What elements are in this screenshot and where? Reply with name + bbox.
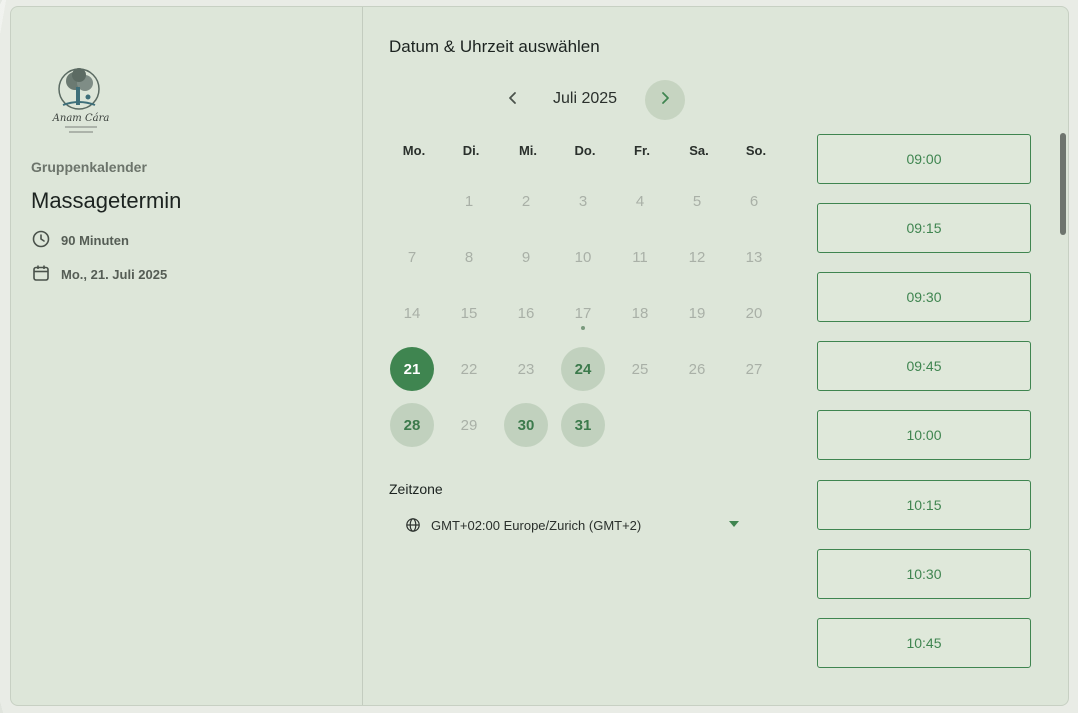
weekday-label: Di.: [462, 143, 480, 158]
weekday-label: Do.: [574, 143, 596, 158]
calendar-day: 18: [631, 304, 649, 322]
booking-card: Anam Cára Gruppenkalender Massagetermin …: [10, 6, 1069, 706]
calendar-day: 11: [632, 248, 648, 266]
calendar-day: 9: [521, 248, 531, 266]
date-row: Mo., 21. Juli 2025: [31, 263, 167, 286]
event-title: Massagetermin: [31, 188, 182, 213]
calendar-day: 16: [517, 304, 535, 322]
svg-text:Anam Cára: Anam Cára: [52, 113, 110, 124]
calendar-day: 22: [460, 360, 478, 378]
calendar-day: 25: [631, 360, 649, 378]
calendar-day: 14: [403, 304, 421, 322]
time-slot-button[interactable]: 10:15: [817, 479, 1031, 530]
weekday-label: Mo.: [402, 143, 426, 158]
time-slot-button[interactable]: 10:45: [817, 617, 1031, 668]
today-indicator: [581, 326, 585, 330]
globe-icon: [405, 517, 421, 533]
timezone-value: GMT+02:00 Europe/Zurich (GMT+2): [431, 517, 642, 533]
dropdown-caret-icon: [729, 521, 739, 527]
calendar-day: 19: [688, 304, 706, 322]
time-slot-button[interactable]: 09:30: [817, 272, 1031, 323]
event-info-panel: Anam Cára Gruppenkalender Massagetermin …: [11, 7, 363, 705]
calendar-day: 2: [521, 192, 531, 210]
month-label: Juli 2025: [553, 90, 618, 107]
weekday-label: Fr.: [634, 143, 650, 158]
selected-date-text: Mo., 21. Juli 2025: [61, 267, 168, 282]
calendar-day: 13: [745, 248, 763, 266]
calendar-day: 27: [745, 360, 763, 378]
calendar-day: 3: [578, 192, 588, 210]
calendar-day: 29: [460, 416, 478, 434]
group-calendar-label: Gruppenkalender: [31, 159, 147, 175]
calendar-day-available[interactable]: 24: [561, 347, 605, 391]
calendar-day: 17: [561, 291, 605, 335]
calendar-day: 1: [464, 192, 474, 210]
anam-cara-logo: Anam Cára: [51, 65, 111, 137]
section-title: Datum & Uhrzeit auswählen: [389, 37, 600, 56]
clock-icon: [31, 229, 51, 252]
calendar-day-available[interactable]: 30: [504, 403, 548, 447]
calendar-day: 6: [749, 192, 759, 210]
timezone-label: Zeitzone: [389, 481, 443, 497]
chevron-right-icon: [658, 91, 672, 110]
calendar-day: 23: [517, 360, 535, 378]
weekday-label: Sa.: [689, 143, 709, 158]
calendar-day: 7: [407, 248, 417, 266]
time-slot-button[interactable]: 09:00: [817, 134, 1031, 184]
previous-month-button[interactable]: [493, 80, 533, 120]
calendar-day: 26: [688, 360, 706, 378]
time-slot-button[interactable]: 09:45: [817, 341, 1031, 392]
calendar-day: 15: [460, 304, 478, 322]
calendar-day: 8: [464, 248, 474, 266]
calendar-day: 10: [574, 248, 592, 266]
calendar-day: 5: [692, 192, 702, 210]
chevron-left-icon: [506, 91, 520, 110]
calendar-day-available[interactable]: 31: [561, 403, 605, 447]
next-month-button[interactable]: [645, 80, 685, 120]
weekday-label: Mi.: [518, 143, 538, 158]
time-slot-button[interactable]: 09:15: [817, 203, 1031, 254]
calendar-day-available[interactable]: 28: [390, 403, 434, 447]
calendar-day: 20: [745, 304, 763, 322]
weekday-label: So.: [745, 143, 767, 158]
calendar-icon: [31, 263, 51, 286]
time-slot-button[interactable]: 10:30: [817, 548, 1031, 599]
calendar-day: 4: [635, 192, 645, 210]
duration-row: 90 Minuten: [31, 229, 129, 252]
duration-text: 90 Minuten: [61, 233, 129, 248]
weekday-header: Mo. Di. Mi. Do. Fr. Sa. So.: [389, 143, 789, 163]
month-navigation: Juli 2025: [491, 79, 731, 121]
timezone-select[interactable]: GMT+02:00 Europe/Zurich (GMT+2): [399, 513, 739, 537]
calendar-day-selected[interactable]: 21: [390, 347, 434, 391]
slots-scrollbar[interactable]: [1060, 133, 1066, 235]
time-slot-button[interactable]: 10:00: [817, 410, 1031, 461]
calendar-day: 12: [688, 248, 706, 266]
